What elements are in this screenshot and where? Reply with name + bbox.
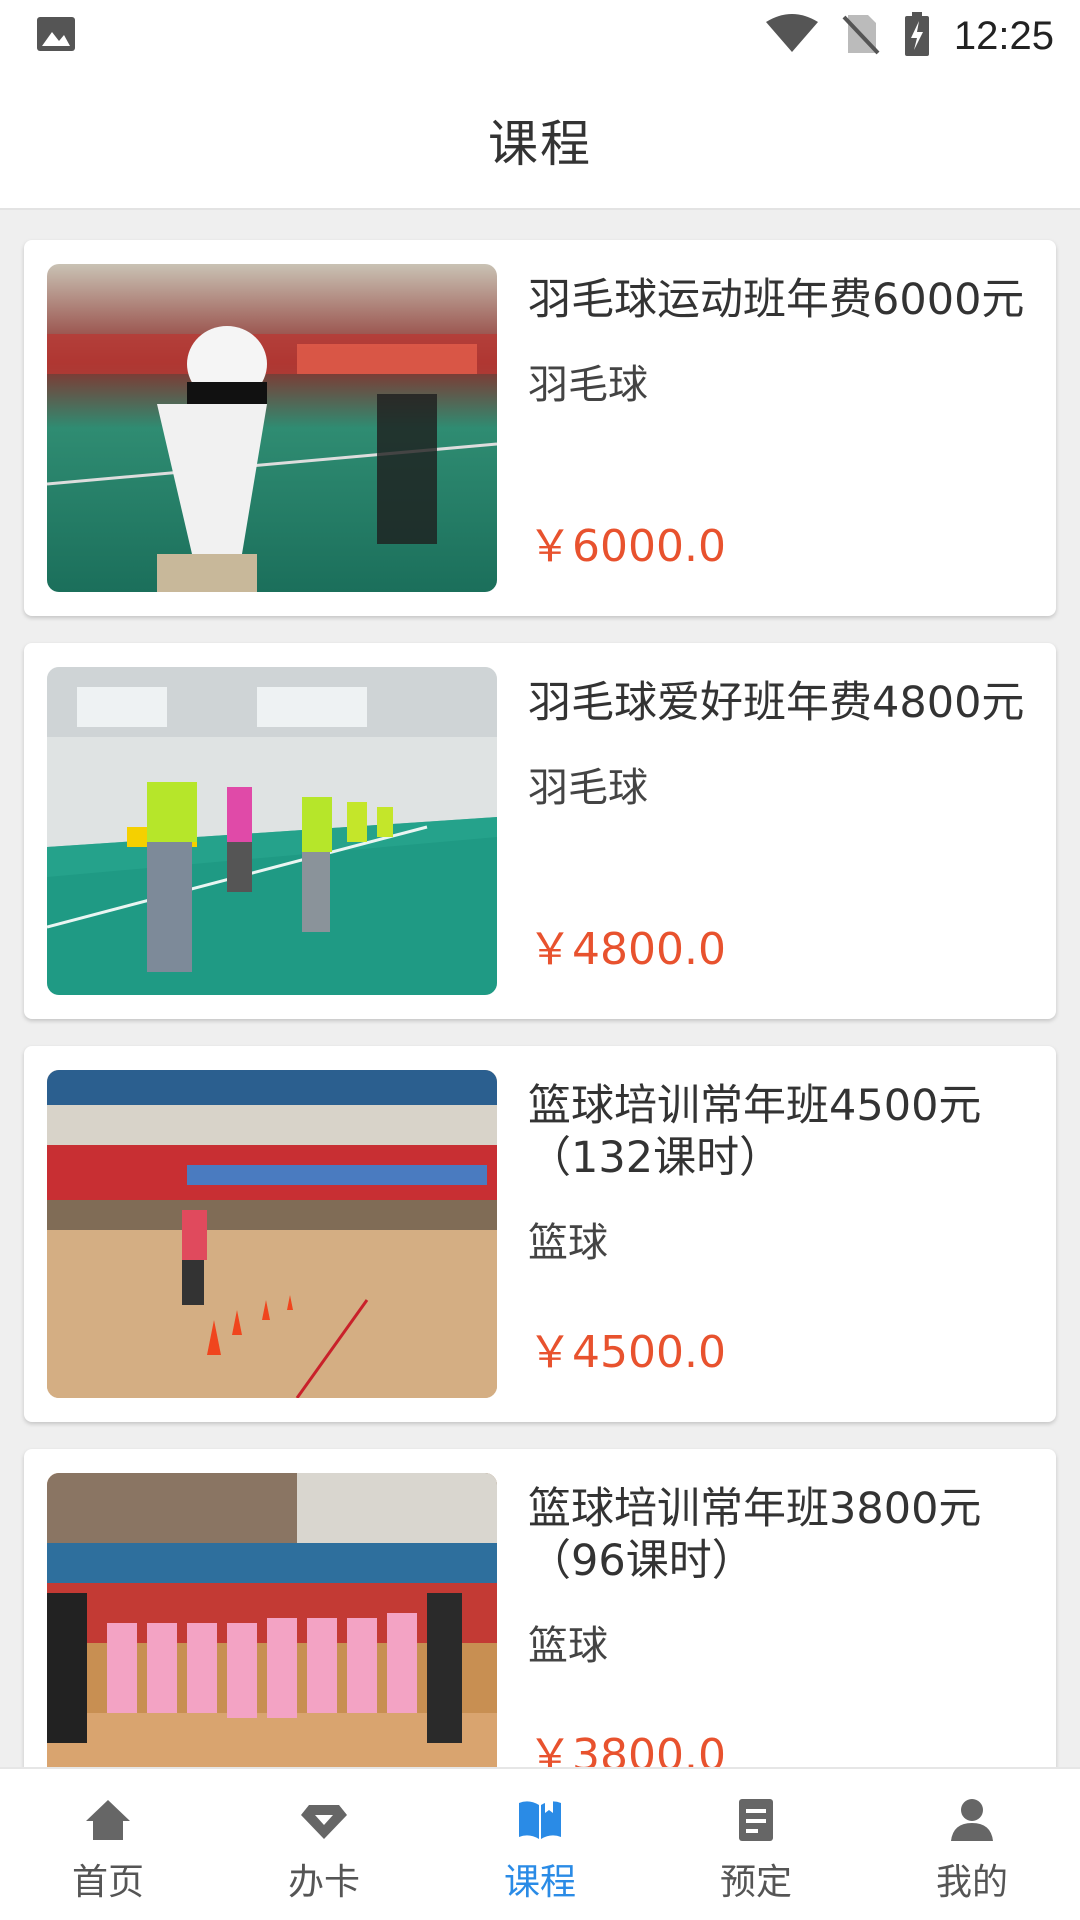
nav-item-card[interactable]: 办卡 [216,1769,432,1920]
course-price: ￥4800.0 [528,924,726,975]
nav-item-booking[interactable]: 预定 [648,1769,864,1920]
nav-item-course[interactable]: 课程 [432,1769,648,1920]
nav-item-home[interactable]: 首页 [0,1769,216,1920]
course-category: 羽毛球 [528,765,648,811]
nav-label: 首页 [71,1862,144,1903]
course-card[interactable]: 羽毛球爱好班年费4800元 羽毛球 ￥4800.0 [24,643,1056,1019]
course-title: 羽毛球运动班年费6000元 [528,275,1025,325]
course-card[interactable]: 篮球培训常年班3800元（96课时） 篮球 ￥3800.0 [24,1449,1056,1767]
status-bar: 12:25 [0,0,1080,72]
nav-label: 我的 [935,1862,1008,1903]
course-category: 篮球 [528,1623,608,1669]
course-price: ￥6000.0 [528,521,726,572]
no-sim-icon [842,13,880,59]
user-icon [947,1795,997,1845]
course-list[interactable]: 羽毛球运动班年费6000元 羽毛球 ￥6000.0 羽毛球爱好班年费4800元 … [0,212,1080,1767]
clipboard-icon [731,1795,781,1845]
course-category: 羽毛球 [528,362,648,408]
course-image [47,264,497,592]
nav-item-mine[interactable]: 我的 [864,1769,1080,1920]
diamond-icon [299,1795,349,1845]
course-title: 篮球培训常年班3800元（96课时） [528,1484,982,1586]
course-title: 羽毛球爱好班年费4800元 [528,678,1025,728]
wifi-icon [765,14,818,58]
page-title: 课程 [488,115,592,173]
course-image [47,1070,497,1398]
course-title: 篮球培训常年班4500元（132课时） [528,1081,982,1183]
bottom-nav: 首页 办卡 课程 预定 我的 [0,1767,1080,1920]
course-card[interactable]: 羽毛球运动班年费6000元 羽毛球 ￥6000.0 [24,240,1056,616]
image-icon [36,16,76,56]
status-time: 12:25 [953,13,1054,58]
home-icon [83,1795,133,1845]
course-image [47,667,497,995]
book-icon [515,1795,565,1845]
course-card[interactable]: 篮球培训常年班4500元（132课时） 篮球 ￥4500.0 [24,1046,1056,1422]
title-bar: 课程 [0,72,1080,210]
battery-charging-icon [904,12,930,60]
nav-label: 办卡 [287,1862,360,1903]
course-image [47,1473,497,1767]
course-category: 篮球 [528,1220,608,1266]
nav-label: 预定 [719,1862,792,1903]
course-price: ￥4500.0 [528,1327,726,1378]
course-price: ￥3800.0 [528,1730,726,1767]
nav-label: 课程 [503,1862,576,1903]
